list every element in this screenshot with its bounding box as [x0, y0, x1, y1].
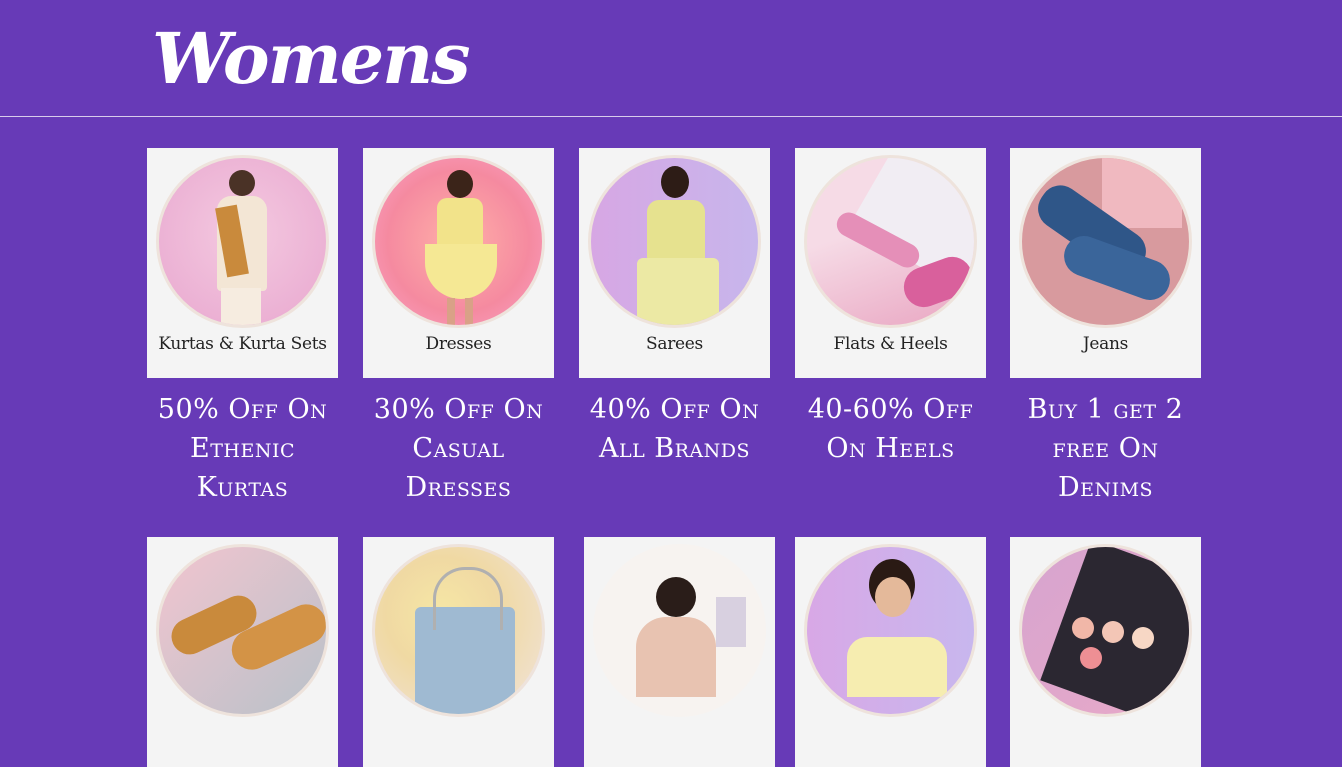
category-label: Kurtas & Kurta Sets: [158, 334, 327, 354]
category-image-link[interactable]: [584, 537, 775, 767]
kurta-model-image: [156, 155, 329, 328]
category-image-link[interactable]: [363, 537, 554, 767]
jewellery-model-image: [804, 544, 977, 717]
offer-text: Buy 1 get 2 free On Denims: [1027, 394, 1184, 503]
handbag-image: [372, 544, 545, 717]
page-title: Womens: [152, 17, 471, 100]
makeup-palette-image: [1019, 544, 1192, 717]
category-label: Flats & Heels: [833, 334, 948, 354]
category-label: Dresses: [425, 334, 492, 354]
offer-text: 30% Off On Casual Dresses: [373, 394, 544, 503]
dress-model-image: [372, 155, 545, 328]
heels-image: [804, 155, 977, 328]
category-image-link[interactable]: Dresses: [363, 148, 554, 378]
flat-sandals-image: [156, 544, 329, 717]
category-image-link[interactable]: [795, 537, 986, 767]
offer-text: 40-60% Off On Heels: [807, 394, 974, 464]
category-image-link[interactable]: [147, 537, 338, 767]
page-header: Womens: [0, 0, 1342, 117]
offer-text: 50% Off On Ethenic Kurtas: [157, 394, 328, 503]
category-label: Sarees: [646, 334, 703, 354]
saree-model-image: [588, 155, 761, 328]
category-image-link[interactable]: Sarees: [579, 148, 770, 378]
category-image-link[interactable]: [1010, 537, 1201, 767]
category-image-link[interactable]: Kurtas & Kurta Sets: [147, 148, 338, 378]
category-image-link[interactable]: Flats & Heels: [795, 148, 986, 378]
offer-text: 40% Off On All Brands: [589, 394, 760, 464]
lingerie-model-image: [593, 544, 766, 717]
category-image-link[interactable]: Jeans: [1010, 148, 1201, 378]
header-divider: [0, 116, 1342, 117]
jeans-image: [1019, 155, 1192, 328]
category-label: Jeans: [1082, 334, 1129, 354]
